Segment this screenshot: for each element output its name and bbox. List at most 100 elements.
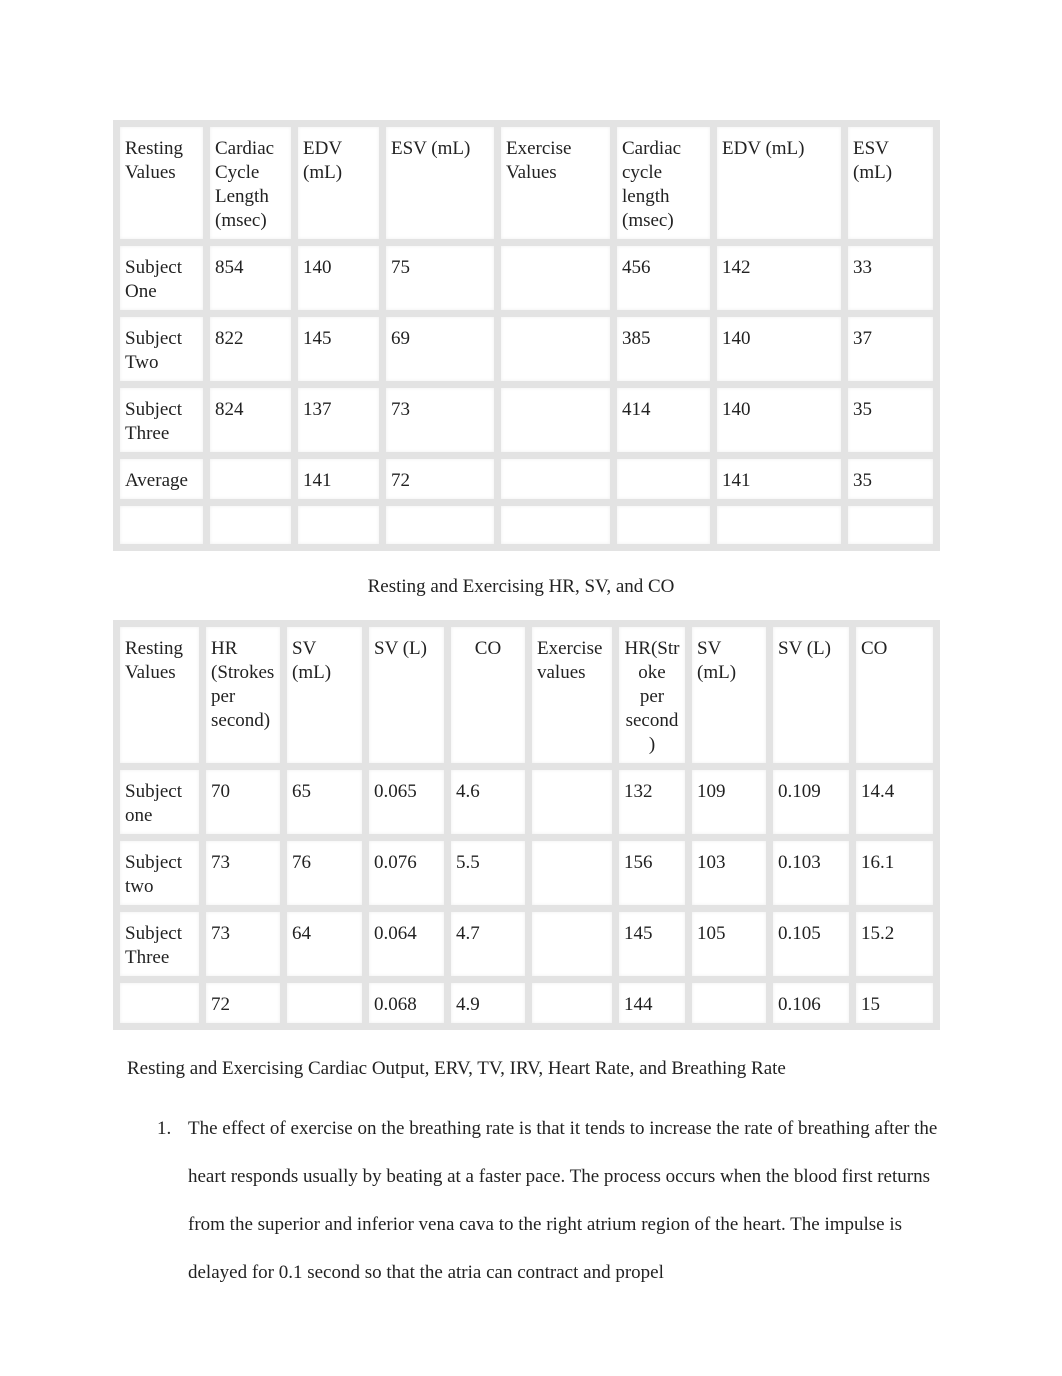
table-row [113,499,940,551]
table-cell: 854 [203,239,298,317]
table-cell: Subject one [113,763,206,841]
table-cell: 0.106 [766,976,856,1030]
table-cell: 132 [612,763,692,841]
header-cell: Exercise Values [494,120,617,246]
table-cell: 14.4 [849,763,940,841]
table-cell: 33 [841,239,940,317]
header-cell: ESV (mL) [841,120,940,246]
header-cell: SV (mL) [685,620,773,770]
header-cell: HR (Strokes per second) [199,620,287,770]
table-cell: 15.2 [849,905,940,983]
table-cell: 0.105 [766,905,856,983]
numbered-list: 1. The effect of exercise on the breathi… [157,1105,947,1297]
table-cell [710,499,848,551]
table-cell: 109 [685,763,773,841]
table-cell: 140 [710,381,848,459]
table-cell: 105 [685,905,773,983]
header-cell: Resting Values [113,620,206,770]
table-cell: 141 [291,452,386,506]
table-cell: Subject Two [113,310,210,388]
section-heading: Resting and Exercising Cardiac Output, E… [127,1058,786,1079]
header-cell: Cardiac Cycle Length (msec) [203,120,298,246]
table-cell [685,976,773,1030]
table-row: Subject Three 73 64 0.064 4.7 145 105 0.105 15.2 [113,905,940,983]
table-cell [494,239,617,317]
table-cell: 103 [685,834,773,912]
table-row: Subject two 73 76 0.076 5.5 156 103 0.103 16.1 [113,834,940,912]
table-cell: 35 [841,452,940,506]
table-row: Subject Three 824 137 73 414 140 35 [113,381,940,459]
header-cell: Resting Values [113,120,210,246]
table-cell: 70 [199,763,287,841]
table-cell: 73 [199,834,287,912]
table-cell [113,499,210,551]
table-cell [291,499,386,551]
header-cell: SV (mL) [280,620,369,770]
table-cell [525,976,619,1030]
header-cell: Exercise values [525,620,619,770]
table-cell [203,452,298,506]
header-cell: Cardiac cycle length (msec) [610,120,717,246]
header-cell: SV (L) [362,620,451,770]
table-cell: 75 [379,239,501,317]
table-cell: 0.065 [362,763,451,841]
table-cell [494,499,617,551]
table-cell: 824 [203,381,298,459]
table-cell: 0.109 [766,763,856,841]
table-cell [113,976,206,1030]
table-cell: Average [113,452,210,506]
table-cell: 137 [291,381,386,459]
table-cell: 16.1 [849,834,940,912]
table-cell: Subject Three [113,381,210,459]
table-row: Subject one 70 65 0.065 4.6 132 109 0.109 14.4 [113,763,940,841]
header-cell: HR(Stroke per second) [612,620,692,770]
table-cell [841,499,940,551]
table-row: 72 0.068 4.9 144 0.106 15 [113,976,940,1030]
table-cell: 822 [203,310,298,388]
table-cell: Subject One [113,239,210,317]
table-cell [494,310,617,388]
table-cell: 72 [379,452,501,506]
table-cell: 145 [612,905,692,983]
table-cell: 0.068 [362,976,451,1030]
table-cell: 0.103 [766,834,856,912]
table-cell: 64 [280,905,369,983]
table-cell [203,499,298,551]
header-cell: CO [849,620,940,770]
table-cell [494,452,617,506]
table-cell [525,905,619,983]
table-cell: 15 [849,976,940,1030]
table-row: Subject One 854 140 75 456 142 33 [113,239,940,317]
table-cell: 4.9 [444,976,532,1030]
table-cell: 65 [280,763,369,841]
table-cell: 144 [612,976,692,1030]
table-cell: 69 [379,310,501,388]
table-cell: 140 [710,310,848,388]
header-row: Resting Values Cardiac Cycle Length (msec… [113,120,940,246]
header-cell: SV (L) [766,620,856,770]
table-cell: 73 [199,905,287,983]
cardiac-volume-table: Resting Values Cardiac Cycle Length (msec… [113,120,940,551]
table-cell: Subject two [113,834,206,912]
table-cell: 76 [280,834,369,912]
table-cell: 0.064 [362,905,451,983]
header-row: Resting Values HR (Strokes per second) SV … [113,620,940,770]
table-cell: 4.6 [444,763,532,841]
table-cell: 145 [291,310,386,388]
table-cell [280,976,369,1030]
table-cell: 37 [841,310,940,388]
table-cell [610,452,717,506]
table-cell: 4.7 [444,905,532,983]
table2-caption: Resting and Exercising HR, SV, and CO [367,576,675,597]
table-cell: 35 [841,381,940,459]
table-cell: 140 [291,239,386,317]
hr-sv-co-table: Resting Values HR (Strokes per second) SV … [113,620,940,1030]
header-cell: ESV (mL) [379,120,501,246]
table-cell [525,763,619,841]
list-text: The effect of exercise on the breathing … [188,1118,938,1283]
table-cell: 5.5 [444,834,532,912]
table-cell [379,499,501,551]
header-cell: CO [444,620,532,770]
table-cell: 0.076 [362,834,451,912]
header-cell: EDV (mL) [291,120,386,246]
